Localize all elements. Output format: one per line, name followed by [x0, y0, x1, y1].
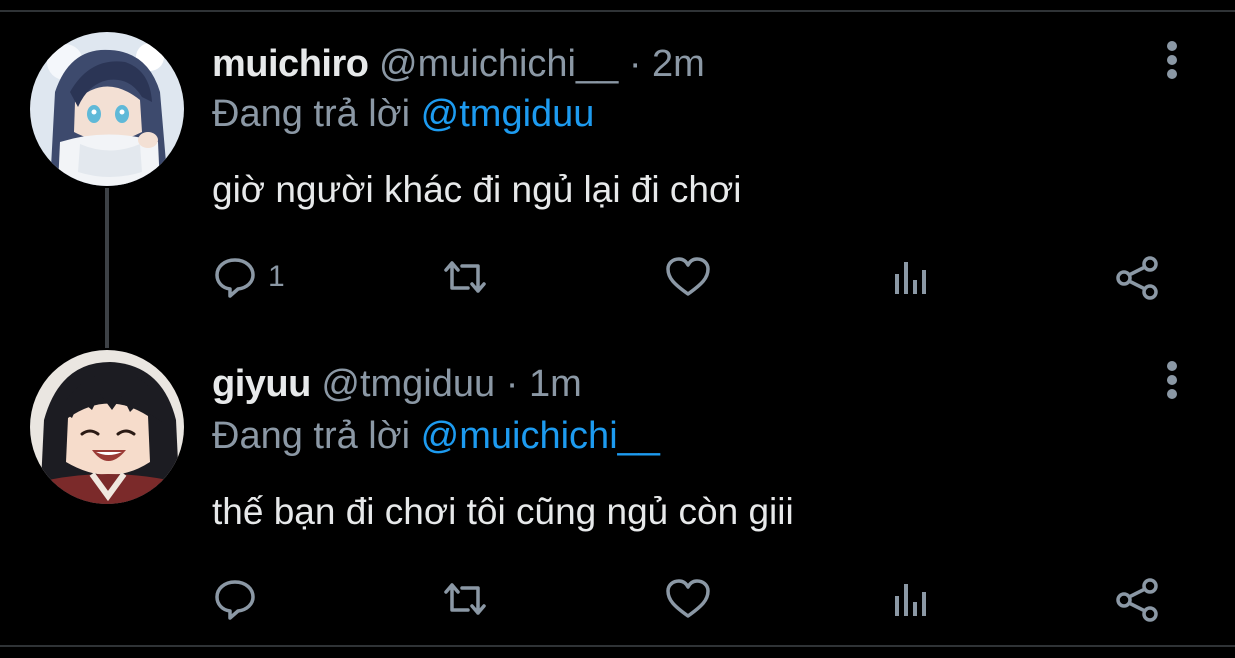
display-name[interactable]: muichiro	[212, 43, 369, 85]
replying-to-label: Đang trả lời	[212, 93, 411, 135]
avatar-muichiro-image	[30, 32, 184, 186]
avatar-giyuu-image	[30, 350, 184, 504]
mention-link[interactable]: @muichichi__	[421, 415, 660, 457]
reply-icon	[215, 258, 255, 298]
display-name[interactable]: giyuu	[212, 363, 311, 405]
analytics-button[interactable]	[890, 574, 932, 624]
tweet-actions	[212, 574, 1172, 624]
timestamp[interactable]: 2m	[652, 43, 705, 85]
separator-dot: ·	[505, 363, 519, 405]
more-vertical-icon[interactable]	[1160, 358, 1184, 406]
separator-dot: ·	[628, 43, 642, 85]
like-icon	[666, 579, 710, 618]
retweet-icon	[444, 583, 486, 615]
share-button[interactable]	[1112, 252, 1162, 302]
like-button[interactable]	[664, 252, 712, 302]
tweet-text: thế bạn đi chơi tôi cũng ngủ còn giii	[212, 491, 794, 532]
share-icon	[1116, 578, 1158, 622]
replying-to-label: Đang trả lời	[212, 415, 411, 457]
retweet-button[interactable]	[440, 574, 490, 624]
like-icon	[666, 257, 710, 296]
avatar[interactable]	[30, 32, 184, 186]
reply-button[interactable]: 1	[212, 252, 285, 302]
retweet-icon	[444, 261, 486, 293]
reply-icon	[215, 580, 255, 620]
user-handle[interactable]: @tmgiduu	[321, 363, 495, 405]
top-divider	[0, 10, 1235, 12]
replying-to: Đang trả lời @tmgiduu	[212, 90, 594, 138]
replying-to: Đang trả lời @muichichi__	[212, 412, 660, 460]
user-handle[interactable]: @muichichi__	[379, 43, 618, 85]
tweet-actions: 1	[212, 252, 1172, 302]
analytics-button[interactable]	[890, 252, 932, 302]
share-button[interactable]	[1112, 574, 1162, 624]
analytics-icon	[895, 262, 926, 294]
bottom-divider	[0, 645, 1235, 647]
tweet-header: giyuu @tmgiduu · 1m	[212, 360, 582, 408]
retweet-button[interactable]	[440, 252, 490, 302]
share-icon	[1116, 256, 1158, 300]
tweet-text: giờ người khác đi ngủ lại đi chơi	[212, 169, 742, 210]
like-button[interactable]	[664, 574, 712, 624]
timestamp[interactable]: 1m	[529, 363, 582, 405]
more-vertical-icon[interactable]	[1160, 38, 1184, 86]
reply-button[interactable]	[212, 574, 268, 624]
analytics-icon	[895, 584, 926, 616]
mention-link[interactable]: @tmgiduu	[421, 93, 595, 135]
avatar[interactable]	[30, 350, 184, 504]
tweet-header: muichiro @muichichi__ · 2m	[212, 40, 705, 88]
reply-count: 1	[268, 260, 285, 293]
thread-connector-line	[105, 188, 109, 348]
